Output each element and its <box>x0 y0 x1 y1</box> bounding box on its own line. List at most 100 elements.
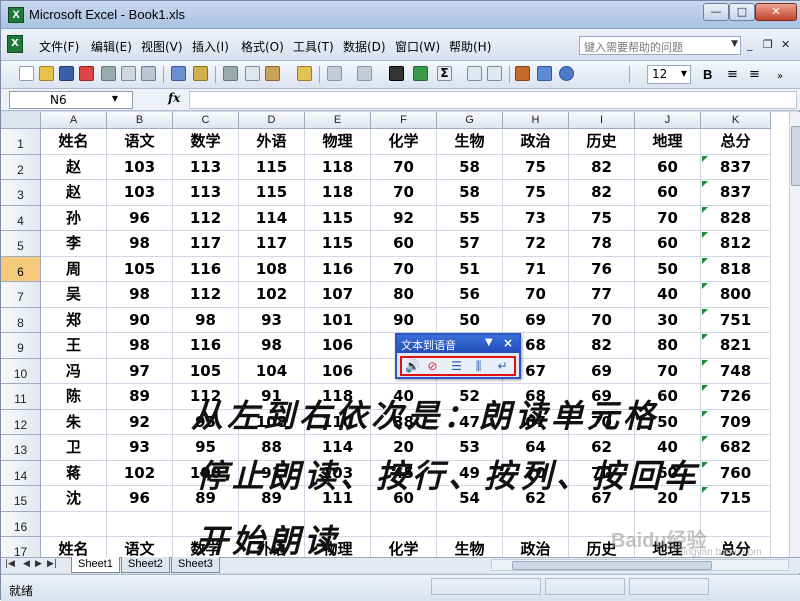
cell-j14[interactable]: 60 <box>635 460 701 486</box>
column-header-g[interactable]: G <box>437 112 503 129</box>
cell-h6[interactable]: 71 <box>503 256 569 282</box>
cell-j13[interactable]: 40 <box>635 435 701 461</box>
chevron-down-icon[interactable]: ▼ <box>112 94 118 103</box>
cell-k2[interactable]: 837 <box>701 154 771 180</box>
cell-j3[interactable]: 60 <box>635 180 701 206</box>
research-icon[interactable] <box>193 66 208 81</box>
cell-i1[interactable]: 历史 <box>569 129 635 155</box>
error-indicator-icon[interactable] <box>702 487 708 493</box>
cell-h14[interactable]: 70 <box>503 460 569 486</box>
error-indicator-icon[interactable] <box>702 283 708 289</box>
cell-j15[interactable]: 20 <box>635 486 701 512</box>
cell-c14[interactable]: 100 <box>173 460 239 486</box>
cell-a16[interactable] <box>41 511 107 537</box>
copy-icon[interactable] <box>245 66 260 81</box>
cell-e11[interactable]: 118 <box>305 384 371 410</box>
cell-h15[interactable]: 62 <box>503 486 569 512</box>
cell-f2[interactable]: 70 <box>371 154 437 180</box>
cell-f6[interactable]: 70 <box>371 256 437 282</box>
cell-d17[interactable]: 外语 <box>239 537 305 557</box>
cell-g3[interactable]: 58 <box>437 180 503 206</box>
column-header-k[interactable]: K <box>701 112 771 129</box>
cell-b3[interactable]: 103 <box>107 180 173 206</box>
cell-h2[interactable]: 75 <box>503 154 569 180</box>
cell-g4[interactable]: 55 <box>437 205 503 231</box>
menu-insert[interactable]: 插入(I) <box>192 38 229 55</box>
doc-restore-icon[interactable]: ❐ <box>763 38 773 51</box>
open-icon[interactable] <box>39 66 54 81</box>
cell-b16[interactable] <box>107 511 173 537</box>
sort-descending-icon[interactable] <box>487 66 502 81</box>
cell-k12[interactable]: 709 <box>701 409 771 435</box>
cell-k13[interactable]: 682 <box>701 435 771 461</box>
cell-f5[interactable]: 60 <box>371 231 437 257</box>
cell-d13[interactable]: 88 <box>239 435 305 461</box>
permission-icon[interactable] <box>79 66 94 81</box>
scroll-thumb[interactable] <box>512 561 712 570</box>
chevron-down-icon[interactable]: ▼ <box>485 337 493 348</box>
row-header-10[interactable]: 10 <box>1 358 41 384</box>
save-icon[interactable] <box>59 66 74 81</box>
cell-b9[interactable]: 98 <box>107 333 173 359</box>
cell-d2[interactable]: 115 <box>239 154 305 180</box>
tts-title-bar[interactable]: 文本到语音 <box>397 335 519 353</box>
cell-b1[interactable]: 语文 <box>107 129 173 155</box>
title-bar[interactable]: X Microsoft Excel - Book1.xls — □ ✕ <box>1 1 800 29</box>
menu-help[interactable]: 帮助(H) <box>449 38 491 55</box>
cell-i6[interactable]: 76 <box>569 256 635 282</box>
cell-f7[interactable]: 80 <box>371 282 437 308</box>
vertical-scrollbar[interactable] <box>789 112 800 557</box>
close-button[interactable]: ✕ <box>755 3 797 21</box>
by-rows-icon[interactable]: ☰ <box>448 359 465 374</box>
close-icon[interactable]: × <box>503 336 513 350</box>
cell-e4[interactable]: 115 <box>305 205 371 231</box>
sort-ascending-icon[interactable] <box>467 66 482 81</box>
cell-b11[interactable]: 89 <box>107 384 173 410</box>
cell-h4[interactable]: 73 <box>503 205 569 231</box>
cell-a6[interactable]: 周 <box>41 256 107 282</box>
cell-d9[interactable]: 98 <box>239 333 305 359</box>
drawing-icon[interactable] <box>537 66 552 81</box>
cell-a3[interactable]: 赵 <box>41 180 107 206</box>
row-header-6[interactable]: 6 <box>1 256 41 282</box>
cell-f15[interactable]: 60 <box>371 486 437 512</box>
cell-g7[interactable]: 56 <box>437 282 503 308</box>
help-icon[interactable] <box>559 66 574 81</box>
cell-g15[interactable]: 54 <box>437 486 503 512</box>
cell-g6[interactable]: 51 <box>437 256 503 282</box>
cell-h13[interactable]: 64 <box>503 435 569 461</box>
cell-e13[interactable]: 114 <box>305 435 371 461</box>
tab-sheet3[interactable]: Sheet3 <box>171 557 220 573</box>
cell-a1[interactable]: 姓名 <box>41 129 107 155</box>
error-indicator-icon[interactable] <box>702 359 708 366</box>
cell-f14[interactable]: 45 <box>371 460 437 486</box>
cell-a7[interactable]: 吴 <box>41 282 107 308</box>
cell-c3[interactable]: 113 <box>173 180 239 206</box>
error-indicator-icon[interactable] <box>702 410 708 417</box>
column-header-h[interactable]: H <box>503 112 569 129</box>
error-indicator-icon[interactable] <box>702 461 708 468</box>
row-header-16[interactable]: 16 <box>1 511 41 537</box>
cell-c10[interactable]: 105 <box>173 358 239 384</box>
cell-e12[interactable]: 110 <box>305 409 371 435</box>
menu-window[interactable]: 窗口(W) <box>395 38 440 55</box>
cell-g16[interactable] <box>437 511 503 537</box>
cell-f12[interactable]: 38 <box>371 409 437 435</box>
cell-c12[interactable]: 95 <box>173 409 239 435</box>
redo-icon[interactable] <box>357 66 372 81</box>
workbook-icon[interactable]: X <box>7 35 23 53</box>
cell-a9[interactable]: 王 <box>41 333 107 359</box>
column-header-c[interactable]: C <box>173 112 239 129</box>
font-size-select[interactable]: 12 ▼ <box>647 65 691 84</box>
column-header-a[interactable]: A <box>41 112 107 129</box>
cell-f3[interactable]: 70 <box>371 180 437 206</box>
cell-e6[interactable]: 116 <box>305 256 371 282</box>
cell-h17[interactable]: 政治 <box>503 537 569 557</box>
cell-i15[interactable]: 67 <box>569 486 635 512</box>
cell-j9[interactable]: 80 <box>635 333 701 359</box>
cell-d1[interactable]: 外语 <box>239 129 305 155</box>
doc-minimize-icon[interactable]: _ <box>747 38 753 51</box>
menu-edit[interactable]: 编辑(E) <box>91 38 132 55</box>
error-indicator-icon[interactable] <box>702 385 708 391</box>
cell-d7[interactable]: 102 <box>239 282 305 308</box>
